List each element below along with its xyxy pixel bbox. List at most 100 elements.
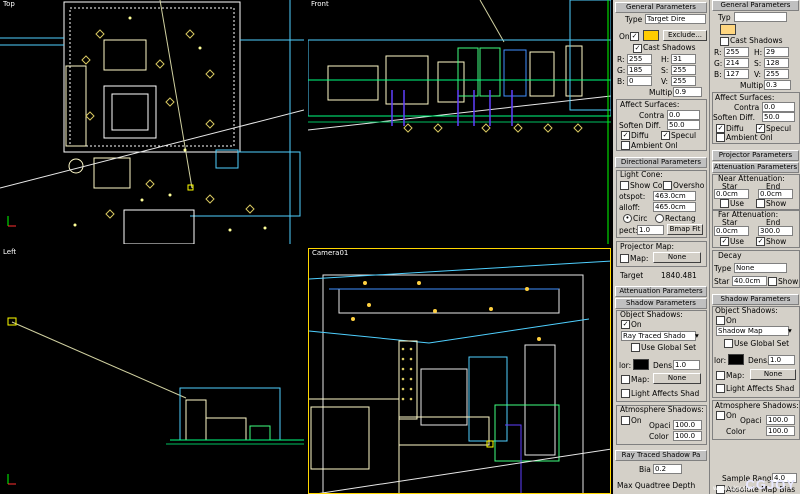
projector-parameters-rollout[interactable]: Projector Parameters <box>712 150 799 161</box>
aspect-field[interactable]: 1.0 <box>637 225 664 235</box>
shadow-map-none-button[interactable]: None <box>653 373 701 384</box>
hotspot-field[interactable]: 463.0cm <box>653 191 696 201</box>
overshoot-checkbox[interactable] <box>663 181 672 190</box>
g-field[interactable]: 185 <box>627 65 652 75</box>
h-field[interactable]: 31 <box>671 54 696 64</box>
bias-field[interactable]: 0.2 <box>653 464 682 474</box>
cast-shadows-label: Cast Shadows <box>643 43 696 52</box>
opacity-field[interactable]: 100.0 <box>673 420 702 430</box>
multiplier-field[interactable]: 0.9 <box>673 87 702 97</box>
projector-map-checkbox[interactable] <box>620 254 629 263</box>
decay-type-select[interactable]: None <box>734 263 787 273</box>
near-start-field[interactable]: 0.0cm <box>714 189 749 199</box>
far-end-field[interactable]: 300.0 <box>758 226 793 236</box>
projector-map-none-button[interactable]: None <box>653 252 701 263</box>
shadow-parameters-rollout-b[interactable]: Shadow Parameters <box>712 294 799 305</box>
specular-checkbox-b[interactable]: ✓ <box>756 124 765 133</box>
viewport-camera[interactable]: Camera01 <box>308 248 611 494</box>
far-show-label: Show <box>766 237 787 246</box>
atmos-on-checkbox[interactable] <box>621 416 630 425</box>
light-affects-checkbox-b[interactable] <box>716 384 725 393</box>
exclude-button[interactable]: Exclude... <box>663 30 707 41</box>
multiplier-field-b[interactable]: 0.3 <box>764 80 791 90</box>
diffuse-label-b: Diffu <box>726 124 744 133</box>
camera-view-wireframe <box>309 260 610 493</box>
viewport-top[interactable]: Top <box>0 0 304 244</box>
v-field[interactable]: 255 <box>671 76 696 86</box>
rectangle-radio[interactable] <box>655 214 664 223</box>
shadow-map-none-button-b[interactable]: None <box>750 369 796 380</box>
shadow-map-checkbox-b[interactable] <box>716 371 725 380</box>
v-field-b[interactable]: 255 <box>764 69 789 79</box>
shadow-color-swatch[interactable] <box>633 359 649 370</box>
viewport-front[interactable]: Front <box>308 0 611 244</box>
soften-field-b[interactable]: 50.0 <box>762 112 795 122</box>
g-field-b[interactable]: 214 <box>724 58 749 68</box>
shadow-color-swatch-b[interactable] <box>728 354 744 365</box>
soften-field[interactable]: 50.0 <box>667 120 700 130</box>
use-global-checkbox[interactable] <box>631 343 640 352</box>
density-field[interactable]: 1.0 <box>673 360 700 370</box>
s-field[interactable]: 255 <box>671 65 696 75</box>
light-affects-checkbox[interactable] <box>621 389 630 398</box>
decay-show-checkbox[interactable] <box>768 277 777 286</box>
density-field-b[interactable]: 1.0 <box>768 355 795 365</box>
type-label: Type <box>625 15 643 24</box>
near-end-field[interactable]: 0.0cm <box>758 189 793 199</box>
shadows-on-checkbox[interactable]: ✓ <box>621 320 630 329</box>
shadow-type-select-b[interactable]: Shadow Map <box>716 326 789 336</box>
cast-shadows-checkbox[interactable]: ✓ <box>633 44 642 53</box>
contrast-field[interactable]: 0.0 <box>667 110 700 120</box>
r-field[interactable]: 255 <box>627 54 652 64</box>
atmos-color-field[interactable]: 100.0 <box>673 431 702 441</box>
shadow-map-checkbox[interactable] <box>621 375 630 384</box>
shadows-on-checkbox-b[interactable] <box>716 316 725 325</box>
s-field-b[interactable]: 128 <box>764 58 789 68</box>
far-use-checkbox[interactable]: ✓ <box>720 237 729 246</box>
ambient-checkbox-b[interactable] <box>716 133 725 142</box>
general-parameters-rollout-b[interactable]: General Parameters <box>712 0 799 11</box>
light-type-select[interactable]: Target Dire <box>645 14 706 24</box>
h-field-b[interactable]: 29 <box>764 47 789 57</box>
ambient-checkbox[interactable] <box>621 141 630 150</box>
light-type-select-b[interactable] <box>734 12 787 22</box>
diffuse-checkbox-b[interactable]: ✓ <box>716 124 725 133</box>
directional-parameters-rollout[interactable]: Directional Parameters <box>615 157 707 168</box>
b-field[interactable]: 0 <box>627 76 652 86</box>
chevron-down-icon[interactable]: ▾ <box>695 331 699 340</box>
circle-radio[interactable]: • <box>623 214 632 223</box>
use-global-checkbox-b[interactable] <box>724 339 733 348</box>
decay-start-field[interactable]: 40.0cm <box>732 276 767 286</box>
light-color-swatch-b[interactable] <box>720 24 736 35</box>
falloff-field[interactable]: 465.0cm <box>653 202 696 212</box>
attenuation-parameters-rollout-b[interactable]: Attenuation Parameters <box>712 162 799 173</box>
specular-checkbox[interactable]: ✓ <box>661 131 670 140</box>
shadow-type-select[interactable]: Ray Traced Shado <box>621 331 696 341</box>
general-parameters-rollout[interactable]: General Parameters <box>615 2 707 13</box>
opacity-field-b[interactable]: 100.0 <box>766 415 795 425</box>
far-start-field[interactable]: 0.0cm <box>714 226 749 236</box>
chevron-down-icon[interactable]: ▾ <box>788 326 792 335</box>
bitmap-fit-button[interactable]: Bmap Fit <box>667 224 703 235</box>
light-color-swatch[interactable] <box>643 30 659 41</box>
light-on-checkbox[interactable]: ✓ <box>630 32 639 41</box>
cast-shadows-checkbox-b[interactable] <box>720 37 729 46</box>
near-show-checkbox[interactable] <box>756 199 765 208</box>
cast-shadows-label-b: Cast Shadows <box>730 36 783 45</box>
show-cone-checkbox[interactable] <box>620 181 629 190</box>
far-show-checkbox[interactable]: ✓ <box>756 237 765 246</box>
type-label-b: Typ <box>718 13 731 22</box>
diffuse-checkbox[interactable]: ✓ <box>621 131 630 140</box>
b-field-b[interactable]: 127 <box>724 69 749 79</box>
attenuation-parameters-rollout[interactable]: Attenuation Parameters <box>615 286 707 297</box>
r-field-b[interactable]: 255 <box>724 47 749 57</box>
raytrace-shadow-rollout[interactable]: Ray Traced Shadow Pa <box>615 450 707 461</box>
shadow-map-label-b: Map: <box>726 371 745 380</box>
contrast-field-b[interactable]: 0.0 <box>762 102 795 112</box>
viewport-left[interactable]: Left <box>0 248 304 494</box>
atmos-color-field-b[interactable]: 100.0 <box>766 426 795 436</box>
atmos-on-checkbox-b[interactable] <box>716 411 725 420</box>
shadow-parameters-rollout[interactable]: Shadow Parameters <box>615 298 707 309</box>
near-use-checkbox[interactable] <box>720 199 729 208</box>
watermark-logo: CGJOY <box>745 477 796 492</box>
